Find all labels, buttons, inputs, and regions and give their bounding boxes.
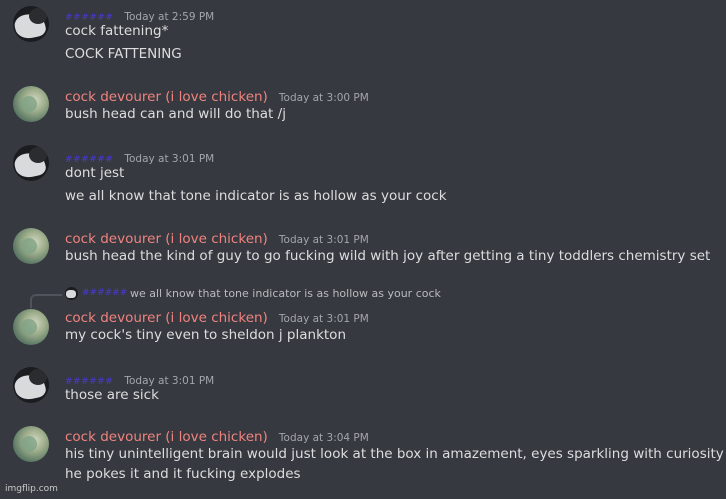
message-text: COCK FATTENING [65, 46, 182, 62]
reply-username[interactable]: ###### [82, 288, 127, 298]
watermark: imgflip.com [5, 484, 58, 494]
username[interactable]: ###### [65, 13, 113, 23]
username[interactable]: ###### [65, 377, 113, 387]
reply-reference[interactable]: ###### we all know that tone indicator i… [30, 287, 630, 308]
reply-avatar [65, 287, 78, 300]
avatar[interactable] [13, 86, 49, 122]
avatar[interactable] [13, 309, 49, 345]
reply-connector [30, 294, 62, 308]
username[interactable]: cock devourer (i love chicken) [65, 231, 268, 247]
timestamp: Today at 3:01 PM [278, 313, 369, 325]
username[interactable]: cock devourer (i love chicken) [65, 89, 268, 105]
avatar[interactable] [13, 426, 49, 462]
timestamp: Today at 3:01 PM [124, 375, 215, 387]
username[interactable]: ###### [65, 155, 113, 165]
message-text: cock fattening* [65, 23, 169, 39]
timestamp: Today at 3:01 PM [278, 234, 369, 246]
message-text: we all know that tone indicator is as ho… [65, 188, 447, 204]
avatar[interactable] [13, 145, 49, 181]
username[interactable]: cock devourer (i love chicken) [65, 310, 268, 326]
timestamp: Today at 2:59 PM [124, 11, 215, 23]
username[interactable]: cock devourer (i love chicken) [65, 429, 268, 445]
message-text: his tiny unintelligent brain would just … [65, 446, 726, 462]
avatar[interactable] [13, 367, 49, 403]
message-text: bush head can and will do that /j [65, 106, 286, 122]
reply-text[interactable]: we all know that tone indicator is as ho… [130, 287, 441, 300]
message-text: dont jest [65, 165, 125, 181]
message-text: those are sick [65, 387, 159, 403]
timestamp: Today at 3:01 PM [124, 153, 215, 165]
message-text: he pokes it and it fucking explodes [65, 466, 301, 482]
timestamp: Today at 3:00 PM [278, 92, 369, 104]
message-text: bush head the kind of guy to go fucking … [65, 248, 711, 264]
avatar[interactable] [13, 6, 49, 42]
message-text: my cock's tiny even to sheldon j plankto… [65, 327, 347, 343]
timestamp: Today at 3:04 PM [278, 432, 369, 444]
avatar[interactable] [13, 228, 49, 264]
